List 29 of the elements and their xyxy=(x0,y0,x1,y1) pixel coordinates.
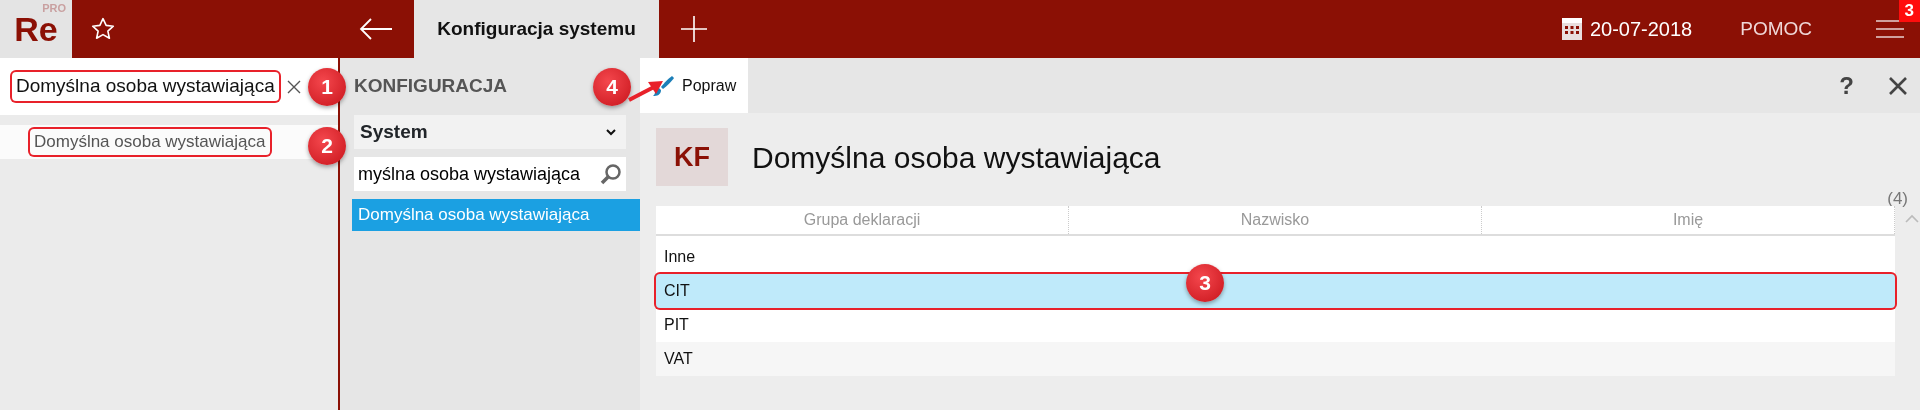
table-cell-text: Inne xyxy=(664,247,696,267)
table-row[interactable]: PIT xyxy=(656,308,1895,342)
section-title: KONFIGURACJA xyxy=(354,74,508,99)
table-cell-text: PIT xyxy=(664,315,689,335)
back-arrow-icon[interactable] xyxy=(359,18,393,40)
help-link[interactable]: POMOC xyxy=(1740,14,1812,44)
menu-icon[interactable] xyxy=(1876,19,1904,39)
search-field[interactable]: myślna osoba wystawiająca xyxy=(354,157,626,191)
form-badge: KF xyxy=(656,128,728,186)
close-icon[interactable] xyxy=(1888,75,1908,96)
pointer-arrow xyxy=(628,78,664,102)
chevron-down-icon xyxy=(606,128,616,136)
category-select[interactable]: System xyxy=(354,115,626,149)
form-title: Domyślna osoba wystawiająca xyxy=(752,139,1161,176)
notification-badge: 3 xyxy=(1898,0,1920,22)
calendar-icon[interactable] xyxy=(1561,18,1582,40)
table-cell-text: CIT xyxy=(664,281,690,301)
plus-icon[interactable] xyxy=(681,16,707,42)
clear-icon[interactable] xyxy=(286,79,301,94)
table-cell-text: VAT xyxy=(664,349,693,369)
search-icon[interactable] xyxy=(600,163,622,185)
tab[interactable]: Konfiguracja systemu xyxy=(414,0,659,58)
menu-button[interactable]: 3 xyxy=(1860,0,1920,58)
record-count: (4) xyxy=(1887,188,1908,206)
help-button[interactable]: ? xyxy=(1839,67,1854,104)
date-text: 20-07-2018 xyxy=(1589,17,1693,42)
star-icon[interactable] xyxy=(90,16,116,42)
table-row[interactable]: VAT xyxy=(656,342,1895,376)
edit-button[interactable]: Popraw xyxy=(640,58,749,113)
